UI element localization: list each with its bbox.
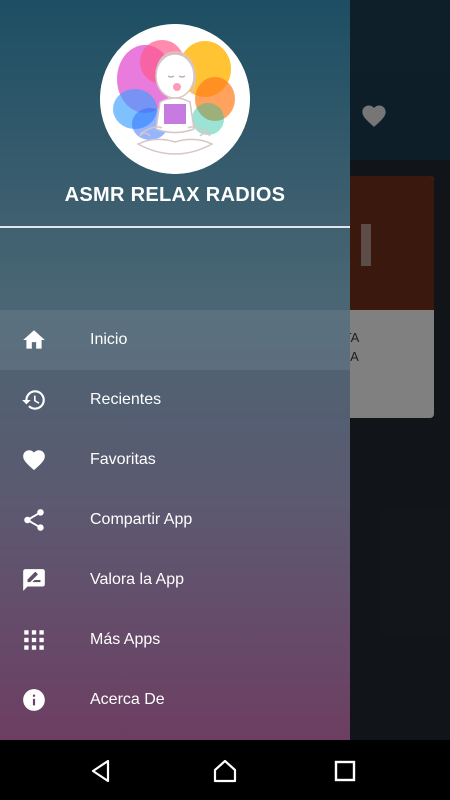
menu-item-label: Valora la App bbox=[90, 571, 184, 588]
home-icon bbox=[21, 327, 47, 353]
drawer-header: ASMR RELAX RADIOS bbox=[0, 0, 350, 226]
menu-item-compartir[interactable]: Compartir App bbox=[0, 490, 350, 550]
header-divider bbox=[0, 226, 350, 228]
heart-icon bbox=[21, 447, 47, 473]
drawer-menu: Inicio Recientes Favoritas Compartir App bbox=[0, 310, 350, 730]
app-logo bbox=[100, 24, 250, 174]
home-nav-icon[interactable] bbox=[210, 756, 240, 786]
share-icon bbox=[21, 507, 47, 533]
history-icon bbox=[21, 387, 47, 413]
menu-item-label: Acerca De bbox=[90, 691, 165, 708]
menu-item-label: Favoritas bbox=[90, 451, 156, 468]
menu-item-label: Recientes bbox=[90, 391, 162, 408]
menu-item-label: Compartir App bbox=[90, 511, 193, 528]
menu-item-acerca[interactable]: Acerca De bbox=[0, 670, 350, 730]
menu-item-recientes[interactable]: Recientes bbox=[0, 370, 350, 430]
info-icon bbox=[21, 687, 47, 713]
menu-item-valora[interactable]: Valora la App bbox=[0, 550, 350, 610]
menu-item-label: Más Apps bbox=[90, 631, 161, 648]
apps-grid-icon bbox=[21, 627, 47, 653]
menu-item-label: Inicio bbox=[90, 331, 128, 348]
system-navigation-bar bbox=[0, 740, 450, 800]
menu-item-mas-apps[interactable]: Más Apps bbox=[0, 610, 350, 670]
back-icon[interactable] bbox=[86, 756, 116, 786]
navigation-drawer: ASMR RELAX RADIOS Inicio Recientes Favor… bbox=[0, 0, 350, 740]
recents-icon[interactable] bbox=[330, 756, 360, 786]
drawer-app-title: ASMR RELAX RADIOS bbox=[64, 184, 286, 206]
menu-item-favoritas[interactable]: Favoritas bbox=[0, 430, 350, 490]
rate-feedback-icon bbox=[21, 567, 47, 593]
menu-item-inicio[interactable]: Inicio bbox=[0, 310, 350, 370]
meditation-logo-icon bbox=[100, 24, 250, 174]
